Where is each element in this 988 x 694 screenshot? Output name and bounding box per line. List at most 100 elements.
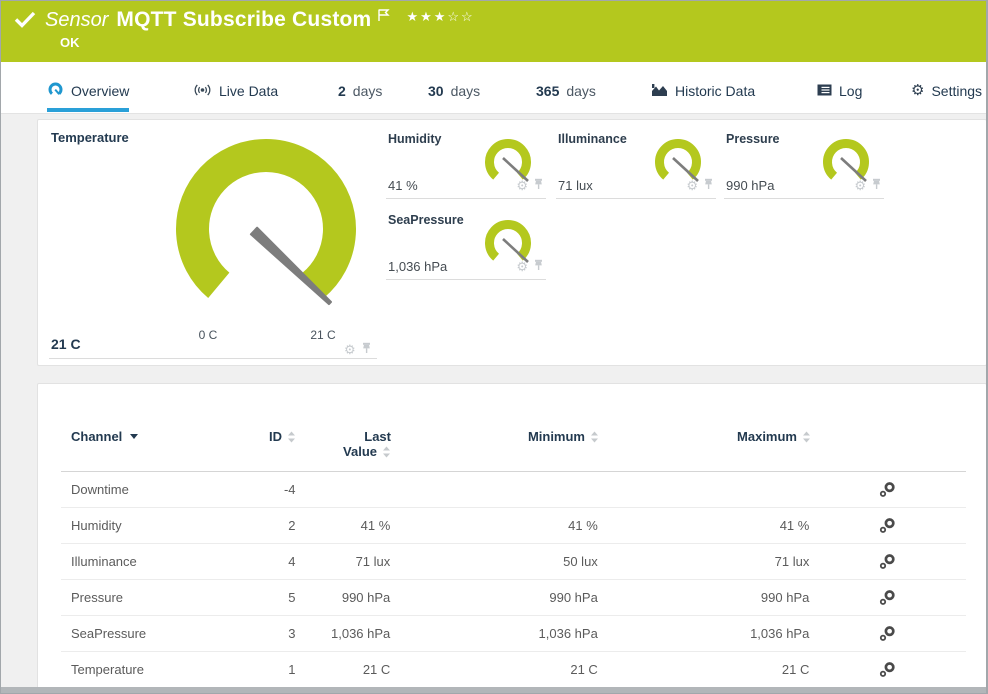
channel-minimum: 1,036 hPa — [390, 626, 598, 641]
channel-id: 3 — [251, 626, 296, 641]
channel-id: 5 — [251, 590, 296, 605]
pin-icon[interactable] — [703, 177, 714, 195]
channel-id: -4 — [251, 482, 296, 497]
mini-gauge-value: 990 hPa — [726, 178, 774, 193]
channel-last-value: 41 % — [296, 518, 391, 533]
channel-maximum: 41 % — [598, 518, 810, 533]
gauge-settings-gear-icon[interactable]: ⚙ — [854, 180, 866, 192]
channel-settings-icon[interactable] — [809, 625, 966, 642]
pin-icon[interactable] — [533, 177, 544, 195]
channel-settings-icon[interactable] — [809, 661, 966, 678]
flag-icon[interactable] — [377, 8, 390, 27]
priority-stars[interactable]: ★★★☆☆ — [406, 9, 474, 25]
channel-settings-icon[interactable] — [809, 589, 966, 606]
main-gauge-title: Temperature — [51, 130, 129, 145]
channel-minimum: 990 hPa — [390, 590, 598, 605]
tab-settings[interactable]: ⚙ Settings — [911, 74, 982, 108]
gear-icon: ⚙ — [911, 84, 924, 98]
channel-id: 4 — [251, 554, 296, 569]
channel-name: Illuminance — [71, 554, 251, 569]
column-header-id[interactable]: ID — [251, 429, 296, 459]
channel-minimum: 21 C — [390, 662, 598, 677]
channel-id: 1 — [251, 662, 296, 677]
tab-overview[interactable]: Overview — [47, 74, 129, 112]
channel-id: 2 — [251, 518, 296, 533]
gauge-scale-max: 21 C — [301, 328, 345, 342]
tab-365-days[interactable]: 365 days — [536, 74, 596, 108]
channel-maximum: 990 hPa — [598, 590, 810, 605]
column-header-last-value[interactable]: Last Value — [296, 429, 391, 459]
sensor-header: Sensor MQTT Subscribe Custom ★★★☆☆ OK — [1, 1, 986, 62]
column-header-maximum[interactable]: Maximum — [599, 429, 811, 459]
pin-icon[interactable] — [533, 258, 544, 276]
sort-icon — [382, 446, 391, 458]
sort-icon — [590, 431, 599, 443]
mini-gauge-title: Illuminance — [558, 132, 627, 146]
table-row-pressure: Pressure 5 990 hPa 990 hPa 990 hPa — [61, 580, 966, 616]
temperature-gauge — [166, 134, 366, 346]
gauge-settings-gear-icon[interactable]: ⚙ — [686, 180, 698, 192]
broadcast-icon — [193, 83, 212, 100]
gauge-settings-gear-icon[interactable]: ⚙ — [516, 261, 528, 273]
divider — [49, 358, 377, 359]
table-row-seapressure: SeaPressure 3 1,036 hPa 1,036 hPa 1,036 … — [61, 616, 966, 652]
tab-2-days[interactable]: 2 days — [338, 74, 382, 108]
mini-gauge-value: 1,036 hPa — [388, 259, 447, 274]
sort-icon — [287, 431, 296, 443]
mini-gauge-card-pressure: Pressure 990 hPa ⚙ — [724, 124, 884, 199]
gauge-settings-gear-icon[interactable]: ⚙ — [516, 180, 528, 192]
channel-minimum: 50 lux — [390, 554, 598, 569]
mini-gauge-value: 71 lux — [558, 178, 593, 193]
channel-maximum: 71 lux — [598, 554, 810, 569]
channel-settings-icon[interactable] — [809, 517, 966, 534]
sort-icon — [802, 431, 811, 443]
gauges-panel: Temperature 0 C 21 C 21 C ⚙ Humidity 41 … — [37, 119, 987, 366]
tab-bar: Overview Live Data 2 days 30 days 365 da… — [1, 62, 986, 114]
channels-table-panel: Channel ID Last Value Minimum — [37, 383, 987, 694]
status-ok-check-icon — [14, 11, 36, 33]
channel-settings-icon[interactable] — [809, 481, 966, 498]
column-header-minimum[interactable]: Minimum — [391, 429, 599, 459]
channel-minimum: 41 % — [390, 518, 598, 533]
channel-name: Pressure — [71, 590, 251, 605]
tab-live-data[interactable]: Live Data — [193, 74, 278, 108]
table-row-humidity: Humidity 2 41 % 41 % 41 % — [61, 508, 966, 544]
column-header-channel[interactable]: Channel — [71, 429, 251, 459]
page-title: MQTT Subscribe Custom — [116, 8, 371, 32]
table-body: Downtime -4 Humidity 2 41 % 41 % 41 % — [61, 472, 966, 688]
channel-name: Humidity — [71, 518, 251, 533]
gauge-icon — [47, 82, 64, 101]
mini-gauge-card-humidity: Humidity 41 % ⚙ — [386, 124, 546, 199]
table-row-illuminance: Illuminance 4 71 lux 50 lux 71 lux — [61, 544, 966, 580]
channel-maximum: 1,036 hPa — [598, 626, 810, 641]
pin-icon[interactable] — [871, 177, 882, 195]
table-row-temperature: Temperature 1 21 C 21 C 21 C — [61, 652, 966, 688]
mini-gauge-title: SeaPressure — [388, 213, 464, 227]
main-gauge-value: 21 C — [51, 336, 81, 352]
tab-log[interactable]: Log — [817, 74, 862, 108]
tab-30-days[interactable]: 30 days — [428, 74, 480, 108]
channel-name: SeaPressure — [71, 626, 251, 641]
status-badge: OK — [60, 35, 80, 50]
channel-maximum: 21 C — [598, 662, 810, 677]
mini-gauge-title: Pressure — [726, 132, 780, 146]
mini-gauge-card-illuminance: Illuminance 71 lux ⚙ — [556, 124, 716, 199]
pin-icon[interactable] — [361, 341, 372, 359]
area-chart-icon — [651, 83, 668, 100]
window-bottom-edge — [1, 687, 986, 693]
channel-name: Downtime — [71, 482, 251, 497]
channel-last-value: 71 lux — [296, 554, 391, 569]
mini-gauge-value: 41 % — [388, 178, 418, 193]
tab-historic-data[interactable]: Historic Data — [651, 74, 755, 108]
table-header-row: Channel ID Last Value Minimum — [71, 429, 811, 459]
gauge-settings-gear-icon[interactable]: ⚙ — [344, 344, 356, 356]
channel-last-value: 990 hPa — [296, 590, 391, 605]
table-row-downtime: Downtime -4 — [61, 472, 966, 508]
channel-last-value: 1,036 hPa — [296, 626, 391, 641]
sensor-type-label: Sensor — [45, 9, 108, 32]
gauge-scale-min: 0 C — [186, 328, 230, 342]
mini-gauge-title: Humidity — [388, 132, 441, 146]
channel-settings-icon[interactable] — [809, 553, 966, 570]
sensor-window: Sensor MQTT Subscribe Custom ★★★☆☆ OK Ov… — [0, 0, 988, 694]
sort-caret-down-icon — [130, 434, 138, 439]
